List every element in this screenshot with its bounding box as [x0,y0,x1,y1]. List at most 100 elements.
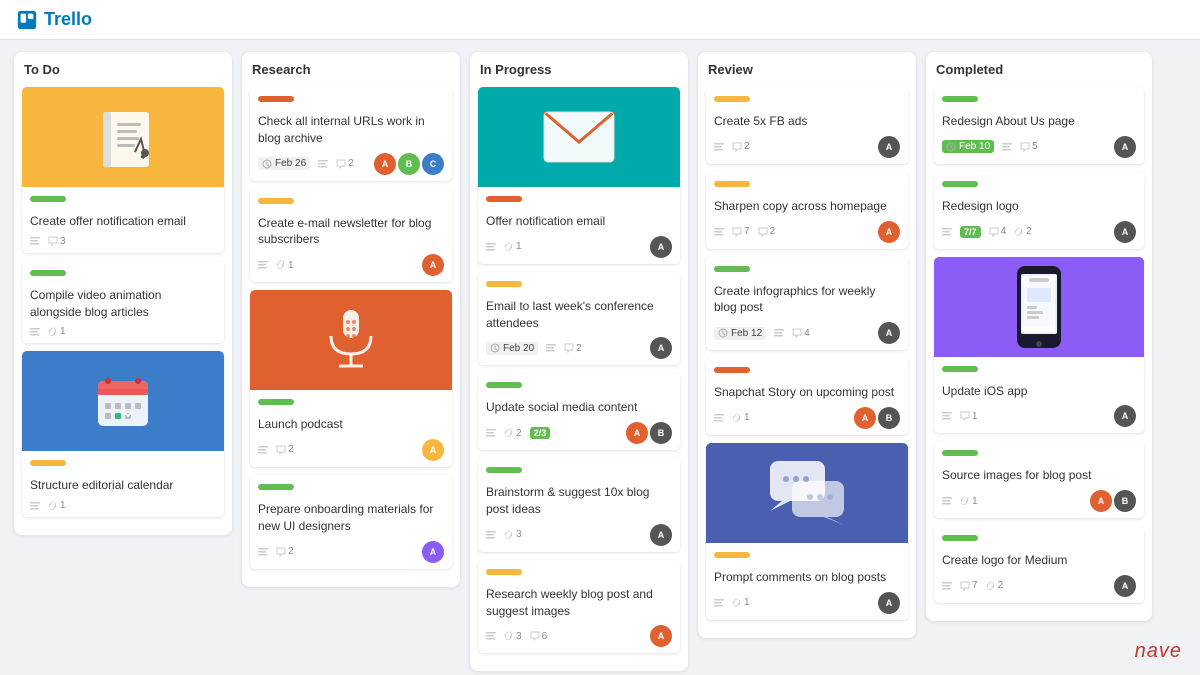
avatar: A [1114,221,1136,243]
card-avatars-ip-3: AB [626,422,672,444]
card-rev-2[interactable]: Sharpen copy across homepage 7 2A [706,172,908,249]
avatar: B [650,422,672,444]
card-date: Feb 12 [714,327,766,340]
card-attachments: 1 [48,326,66,337]
column-review: ReviewCreate 5x FB ads 2ASharpen copy ac… [698,52,916,638]
card-meta-rev-3: Feb 12 4A [714,322,900,344]
card-comments: 2 [732,141,750,152]
card-avatars-ip-1: A [650,236,672,258]
avatar: A [422,541,444,563]
trello-icon [16,9,38,31]
avatar: A [1114,405,1136,427]
card-title-rev-3: Create infographics for weekly blog post [714,283,900,317]
card-date: Feb 26 [258,157,310,170]
card-comments: 2 [336,158,354,169]
card-meta-comp-5: 7 2A [942,575,1136,597]
card-comments: 2 [564,343,582,354]
card-comments: 7 [960,580,978,591]
avatar: A [650,337,672,359]
card-ip-4[interactable]: Brainstorm & suggest 10x blog post ideas… [478,458,680,552]
card-attachments: 1 [732,597,750,608]
card-res-1[interactable]: Check all internal URLs work in blog arc… [250,87,452,181]
card-desc-icon [942,496,952,506]
card-label-ip-1 [486,196,522,202]
card-attachments: 2 [504,428,522,439]
card-comp-1[interactable]: Redesign About Us page Feb 10 5A [934,87,1144,164]
card-rev-3[interactable]: Create infographics for weekly blog post… [706,257,908,351]
card-desc-icon [486,242,496,252]
card-rev-5[interactable]: Prompt comments on blog posts 1A [706,443,908,620]
card-label-ip-2 [486,281,522,287]
card-res-2[interactable]: Create e-mail newsletter for blog subscr… [250,189,452,283]
card-label-rev-3 [714,266,750,272]
card-avatars-rev-2: A [878,221,900,243]
card-attachments: 3 [504,631,522,642]
card-avatars-res-4: A [422,541,444,563]
card-comp-2[interactable]: Redesign logo7/7 4 2A [934,172,1144,249]
avatar: A [374,153,396,175]
card-rev-4[interactable]: Snapchat Story on upcoming post 1AB [706,358,908,435]
card-avatars-rev-4: AB [854,407,900,429]
card-label-rev-2 [714,181,750,187]
card-title-comp-4: Source images for blog post [942,467,1136,484]
card-extra3: 2 [986,580,1004,591]
card-label-rev-4 [714,367,750,373]
card-ip-3[interactable]: Update social media content 22/3AB [478,373,680,450]
column-todo: To Do Create offer notification email 3Co… [14,52,232,535]
card-desc-icon [714,227,724,237]
card-meta-ip-1: 1A [486,236,672,258]
card-image-res-3 [250,290,452,390]
card-meta-rev-4: 1 AB [714,407,900,429]
card-meta-ip-3: 2 2/3 AB [486,422,672,444]
card-title-res-2: Create e-mail newsletter for blog subscr… [258,215,444,249]
card-res-4[interactable]: Prepare onboarding materials for new UI … [250,475,452,569]
card-desc-icon [942,227,952,237]
card-desc-icon [30,236,40,246]
card-ip-5[interactable]: Research weekly blog post and suggest im… [478,560,680,654]
card-title-ip-5: Research weekly blog post and suggest im… [486,586,672,620]
card-title-ip-4: Brainstorm & suggest 10x blog post ideas [486,484,672,518]
card-meta-todo-1: 3 [30,236,216,247]
nave-brand: nave [1135,640,1182,663]
card-progress: 2/3 [530,427,551,439]
card-res-3[interactable]: Launch podcast 2A [250,290,452,467]
card-comp-3[interactable]: Update iOS app 1A [934,257,1144,434]
card-label-rev-1 [714,96,750,102]
card-meta-todo-3: 1 [30,500,216,511]
card-avatars-comp-3: A [1114,405,1136,427]
card-avatars-rev-1: A [878,136,900,158]
card-avatars-comp-2: A [1114,221,1136,243]
avatar: B [1114,490,1136,512]
card-image-rev-5 [706,443,908,543]
card-comp-4[interactable]: Source images for blog post 1AB [934,441,1144,518]
card-todo-3[interactable]: Structure editorial calendar 1 [22,351,224,517]
card-title-res-4: Prepare onboarding materials for new UI … [258,501,444,535]
card-title-res-1: Check all internal URLs work in blog arc… [258,113,444,147]
card-comp-5[interactable]: Create logo for Medium 7 2A [934,526,1144,603]
avatar: A [878,136,900,158]
card-desc-icon [486,428,496,438]
card-avatars-comp-4: AB [1090,490,1136,512]
avatar: A [878,322,900,344]
card-todo-1[interactable]: Create offer notification email 3 [22,87,224,253]
card-label-rev-5 [714,552,750,558]
column-title-inprogress: In Progress [478,62,680,77]
card-ip-2[interactable]: Email to last week's conference attendee… [478,272,680,366]
card-comments: 2 [276,444,294,455]
card-label-res-4 [258,484,294,490]
card-title-ip-1: Offer notification email [486,213,672,230]
card-desc-icon [942,581,952,591]
card-rev-1[interactable]: Create 5x FB ads 2A [706,87,908,164]
avatar: B [398,153,420,175]
column-title-todo: To Do [22,62,224,77]
avatar: A [1114,136,1136,158]
card-todo-2[interactable]: Compile video animation alongside blog a… [22,261,224,344]
card-desc-icon [714,142,724,152]
card-label-todo-3 [30,460,66,466]
avatar: A [1090,490,1112,512]
card-attachments: 1 [732,412,750,423]
card-ip-1[interactable]: Offer notification email 1A [478,87,680,264]
card-date: Feb 10 [942,140,994,153]
column-inprogress: In ProgressOffer notification email 1AEm… [470,52,688,671]
card-attachments: 1 [504,241,522,252]
